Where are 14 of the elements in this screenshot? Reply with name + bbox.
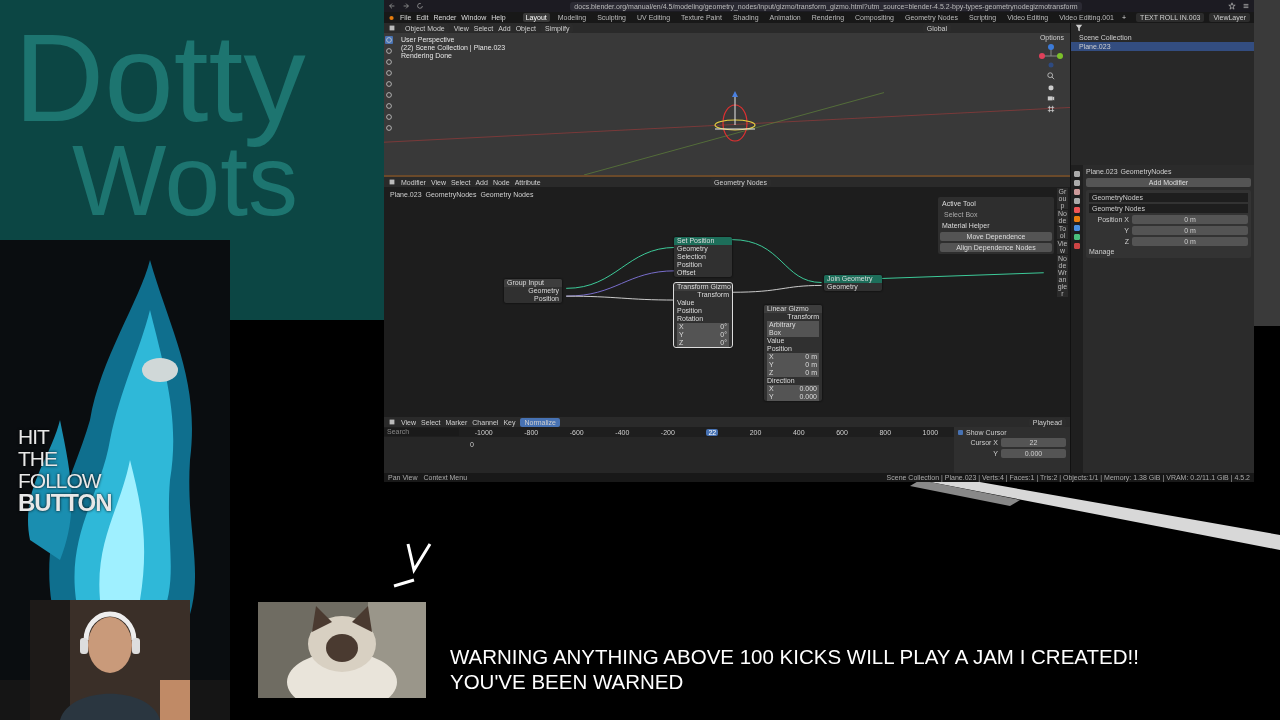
star-icon [1228,2,1236,10]
forward-icon [402,2,410,10]
warning-text: YOU'VE BEEN WARNED [450,669,685,694]
camera-icon [1047,94,1055,102]
checkbox[interactable] [958,430,963,435]
menu-icon [1242,2,1250,10]
blender-logo-icon [388,13,396,22]
warning-text: WARNING ANYTHING ABOVE 100 KICKS WILL PLAY A JAM I CREATED!! [450,644,1139,669]
reload-icon [416,2,424,10]
tool-icon[interactable] [385,36,393,44]
grid-icon [1047,105,1055,113]
zoom-icon [1047,72,1055,80]
navigation-gizmo-drawing[interactable] [1038,43,1064,69]
back-icon [388,2,396,10]
